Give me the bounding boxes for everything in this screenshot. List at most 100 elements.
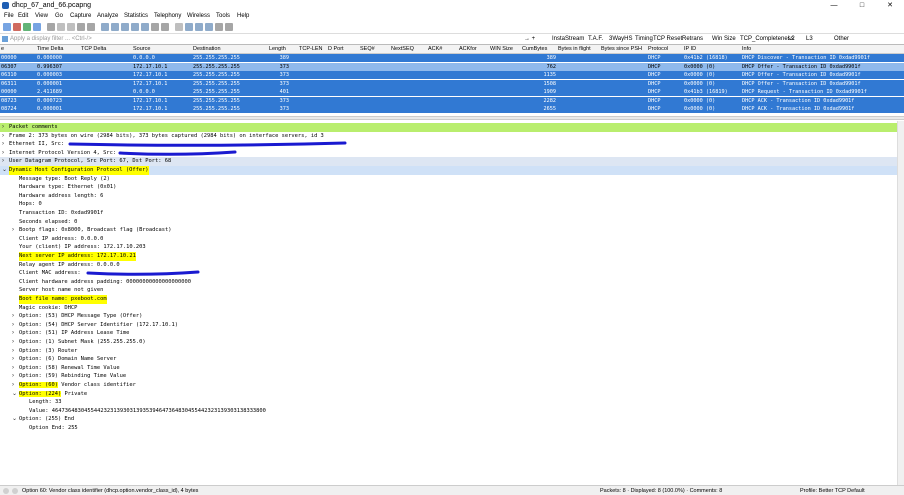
bookmark-icon[interactable] [2,36,8,42]
colorize-icon[interactable] [161,23,169,31]
normal-size-icon[interactable] [195,23,203,31]
column-header-tcp-delta[interactable]: TCP Delta [81,46,106,53]
packet-src: 172.17.10.1 [133,80,168,87]
close-file-icon[interactable] [67,23,75,31]
column-header-e[interactable]: e [1,46,4,53]
expert-info-icon[interactable] [3,488,9,494]
column-header-info[interactable]: Info [742,46,751,53]
column-header-d-port[interactable]: D Port [328,46,344,53]
packet-row[interactable]: 06307 0.996307 172.17.10.1 255.255.255.255 3… [0,62,904,71]
packet-tdelta: 0.000723 [37,97,62,104]
shark-fin-start-icon[interactable] [3,23,11,31]
column-header-ack-[interactable]: ACK# [428,46,442,53]
menu-edit[interactable]: Edit [18,12,28,20]
column-header-ip-id[interactable]: IP ID [684,46,696,53]
detail-row[interactable]: Option End: 255 [0,424,904,433]
packet-src: 172.17.10.1 [133,72,168,78]
menu-view[interactable]: View [35,12,48,20]
filter-apply-arrow-icon[interactable]: → + [524,35,535,43]
filter-button-win-size[interactable]: Win Size [712,35,736,43]
first-packet-icon[interactable] [131,23,139,31]
menu-analyze[interactable]: Analyze [97,12,118,20]
go-to-packet-icon[interactable] [121,23,129,31]
column-header-time-delta[interactable]: Time Delta [37,46,63,53]
pane-splitter[interactable] [0,116,904,120]
column-header-bytes-in-flight[interactable]: Bytes in flight [558,46,591,53]
column-header-nextseq[interactable]: NextSEQ [391,46,414,53]
packet-proto: DHCP [648,89,661,95]
menu-tools[interactable]: Tools [216,12,230,20]
capture-options-icon[interactable] [33,23,41,31]
packet-row[interactable]: 06310 0.000003 172.17.10.1 255.255.255.255 3… [0,71,904,79]
packet-tdelta: 0.000003 [37,72,62,78]
details-scrollbar[interactable] [897,121,904,485]
menu-statistics[interactable]: Statistics [124,12,148,20]
zoom-icon[interactable] [215,23,223,31]
packet-ipid: 0x41b2 (16818) [684,55,728,61]
zoom-out-icon[interactable] [185,23,193,31]
column-header-destination[interactable]: Destination [193,46,221,53]
save-file-icon[interactable] [57,23,65,31]
restart-capture-icon[interactable] [23,23,31,31]
packet-src: 172.17.10.1 [133,97,168,104]
column-header-source[interactable]: Source [133,46,150,53]
column-header-seq-[interactable]: SEQ# [360,46,375,53]
packet-row[interactable]: 00000 2.411689 0.0.0.0 255.255.255.255 401 19… [0,88,904,96]
menu-file[interactable]: File [4,12,14,20]
column-header-length[interactable]: Length [269,46,286,53]
menu-go[interactable]: Go [55,12,63,20]
column-header-bytes-since-psh[interactable]: Bytes since PSH [601,46,642,53]
resize-columns-icon[interactable] [205,23,213,31]
close-button[interactable]: ✕ [880,0,900,11]
filter-button-instastream[interactable]: InstaStream [552,35,584,43]
stop-capture-icon[interactable] [13,23,21,31]
packet-dst: 255.255.255.255 [193,80,240,87]
back-icon[interactable] [101,23,109,31]
column-header-cumbytes[interactable]: CumBytes [522,46,547,53]
column-header-protocol[interactable]: Protocol [648,46,668,53]
packet-row[interactable]: 08723 0.000723 172.17.10.1 255.255.255.255 3… [0,96,904,105]
packet-proto: DHCP [648,80,661,87]
packet-cum: 2282 [543,97,557,104]
filter-button-retrans[interactable]: Retrans [682,35,703,43]
last-packet-icon[interactable] [141,23,149,31]
reload-icon[interactable] [77,23,85,31]
packet-src: 0.0.0.0 [133,89,155,95]
packet-row[interactable]: 00000 0.000000 0.0.0.0 255.255.255.255 389 38… [0,54,904,62]
display-filter-input[interactable]: Apply a display filter ... <Ctrl-/> [10,35,92,43]
packet-no: 06310 [1,72,17,78]
maximize-button[interactable]: □ [852,0,872,11]
minimize-button[interactable]: — [824,0,844,11]
packet-info: DHCP ACK - Transaction ID 0xdad9901f [742,106,855,112]
zoom-icon[interactable] [225,23,233,31]
filter-button-timing[interactable]: Timing [635,35,653,43]
menu-capture[interactable]: Capture [70,12,91,20]
menu-wireless[interactable]: Wireless [187,12,210,20]
filter-button-l3[interactable]: L3 [806,35,813,43]
column-header-tcp-len[interactable]: TCP-LEN [299,46,323,53]
menu-help[interactable]: Help [237,12,249,20]
filter-button-l2[interactable]: L2 [788,35,795,43]
filter-button-t-a-f-[interactable]: T.A.F. [588,35,603,43]
detail-text: Option End: 255 [29,425,78,431]
status-field-info: Option 60: Vendor class identifier (dhcp… [22,488,199,494]
packet-row[interactable]: 06311 0.000001 172.17.10.1 255.255.255.255 3… [0,79,904,88]
packet-row[interactable]: 08724 0.000001 172.17.10.1 255.255.255.255 3… [0,105,904,113]
packet-cum: 1135 [543,72,557,78]
packet-cum: 2655 [543,106,557,112]
zoom-in-icon[interactable] [175,23,183,31]
column-header-ackfor[interactable]: ACKfor [459,46,477,53]
open-file-icon[interactable] [47,23,55,31]
packet-ipid: 0x0000 (0) [684,72,716,78]
autoscroll-icon[interactable] [151,23,159,31]
forward-icon[interactable] [111,23,119,31]
filter-button-tcp-completeness[interactable]: TCP_Completeness [740,35,794,43]
filter-button-tcp-reset[interactable]: TCP Reset [653,35,682,43]
menu-telephony[interactable]: Telephony [154,12,181,20]
find-icon[interactable] [87,23,95,31]
status-profile[interactable]: Profile: Better TCP Default [800,487,865,495]
column-header-win-size[interactable]: WIN Size [490,46,513,53]
filter-button-3wayhs[interactable]: 3WayHS [609,35,632,43]
capture-comment-icon[interactable] [12,488,18,494]
filter-button-other[interactable]: Other [834,35,849,43]
